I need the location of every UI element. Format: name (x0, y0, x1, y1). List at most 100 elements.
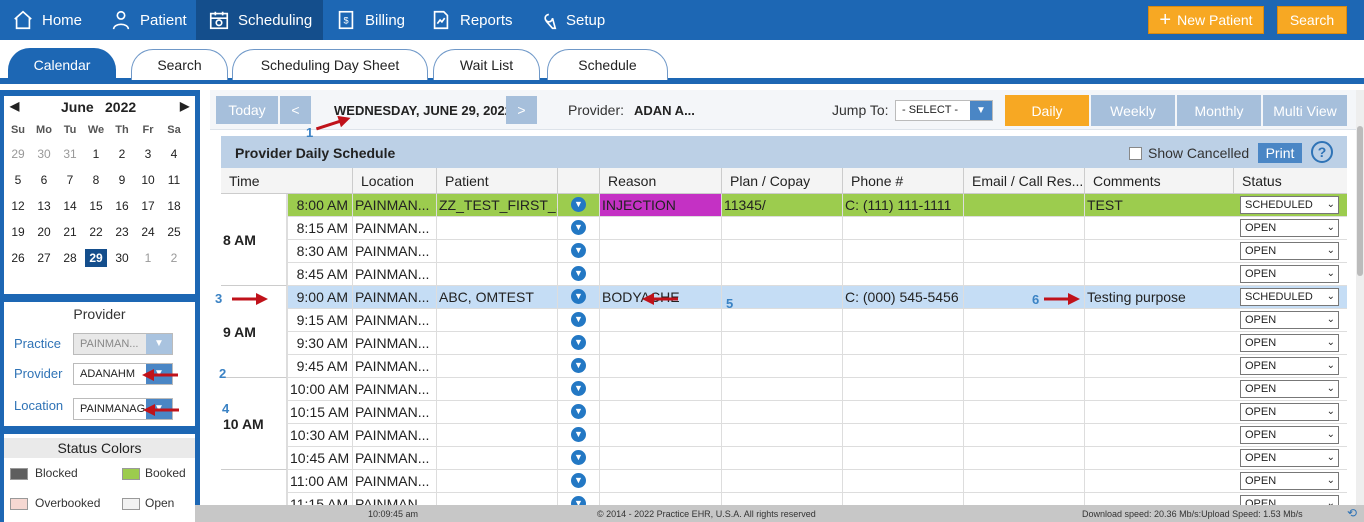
calendar-day[interactable]: 1 (85, 145, 107, 163)
status-select[interactable]: OPEN ⌄ (1240, 449, 1339, 467)
cell-patient[interactable] (436, 401, 557, 423)
calendar-day[interactable]: 2 (111, 145, 133, 163)
schedule-row[interactable]: 9:00 AM PAINMAN... ABC, OMTEST ▼ BODYACHE C: … (287, 286, 1347, 309)
top-search-button[interactable]: Search (1277, 6, 1347, 34)
tab-schedule[interactable]: Schedule (547, 49, 668, 80)
schedule-row[interactable]: 10:45 AM PAINMAN... ▼ OPEN ⌄ (287, 447, 1347, 470)
calendar-day[interactable]: 26 (7, 249, 29, 267)
calendar-day[interactable]: 29 (85, 249, 107, 267)
calendar-day[interactable]: 9 (111, 171, 133, 189)
tab-wait-list[interactable]: Wait List (433, 49, 540, 80)
chevron-down-icon[interactable]: ⌄ (1327, 358, 1335, 374)
chevron-down-icon[interactable]: ⌄ (1327, 450, 1335, 466)
cell-action[interactable]: ▼ (557, 194, 599, 216)
calendar-day[interactable]: 30 (111, 249, 133, 267)
cell-action[interactable]: ▼ (557, 240, 599, 262)
cell-patient[interactable] (436, 263, 557, 285)
appointment-menu-icon[interactable]: ▼ (571, 381, 586, 396)
nav-item-patient[interactable]: Patient (98, 0, 196, 40)
nav-item-billing[interactable]: $ Billing (323, 0, 418, 40)
status-select[interactable]: OPEN ⌄ (1240, 334, 1339, 352)
next-month-icon[interactable]: ▶ (180, 99, 189, 113)
chevron-down-icon[interactable]: ⌄ (1327, 496, 1335, 505)
schedule-row[interactable]: 11:00 AM PAINMAN... ▼ OPEN ⌄ (287, 470, 1347, 493)
calendar-day[interactable]: 12 (7, 197, 29, 215)
nav-item-home[interactable]: Home (0, 0, 98, 40)
cell-patient[interactable] (436, 355, 557, 377)
status-select[interactable]: OPEN ⌄ (1240, 311, 1339, 329)
cell-action[interactable]: ▼ (557, 401, 599, 423)
cell-action[interactable]: ▼ (557, 355, 599, 377)
prev-day-button[interactable]: < (280, 96, 311, 124)
appointment-menu-icon[interactable]: ▼ (571, 197, 586, 212)
cell-patient[interactable] (436, 309, 557, 331)
tab-calendar[interactable]: Calendar (8, 48, 116, 80)
status-select[interactable]: OPEN ⌄ (1240, 380, 1339, 398)
tab-scheduling-day-sheet[interactable]: Scheduling Day Sheet (232, 49, 428, 80)
cell-patient[interactable] (436, 240, 557, 262)
calendar-day[interactable]: 4 (163, 145, 185, 163)
today-button[interactable]: Today (216, 96, 278, 124)
appointment-menu-icon[interactable]: ▼ (571, 404, 586, 419)
jump-to-select[interactable]: - SELECT - ▼ (895, 100, 993, 121)
schedule-row[interactable]: 10:00 AM PAINMAN... ▼ OPEN ⌄ (287, 378, 1347, 401)
view-multi-view-button[interactable]: Multi View (1263, 95, 1347, 126)
calendar-day[interactable]: 8 (85, 171, 107, 189)
calendar-day[interactable]: 7 (59, 171, 81, 189)
cell-patient[interactable] (436, 493, 557, 505)
appointment-menu-icon[interactable]: ▼ (571, 220, 586, 235)
help-icon[interactable]: ? (1311, 141, 1333, 163)
chevron-down-icon[interactable]: ⌄ (1327, 473, 1335, 489)
calendar-day[interactable]: 21 (59, 223, 81, 241)
status-select[interactable]: OPEN ⌄ (1240, 495, 1339, 505)
nav-item-scheduling[interactable]: Scheduling (196, 0, 323, 40)
appointment-menu-icon[interactable]: ▼ (571, 473, 586, 488)
show-cancelled-toggle[interactable]: Show Cancelled (1129, 145, 1249, 161)
cell-action[interactable]: ▼ (557, 286, 599, 308)
chevron-down-icon[interactable]: ⌄ (1327, 335, 1335, 351)
nav-item-reports[interactable]: Reports (418, 0, 524, 40)
calendar-day[interactable]: 27 (33, 249, 55, 267)
cell-patient[interactable] (436, 378, 557, 400)
status-select[interactable]: OPEN ⌄ (1240, 219, 1339, 237)
chevron-down-icon[interactable]: ⌄ (1327, 266, 1335, 282)
view-weekly-button[interactable]: Weekly (1091, 95, 1175, 126)
chevron-down-icon[interactable]: ⌄ (1327, 289, 1335, 305)
refresh-icon[interactable]: ⟲ (1347, 506, 1357, 520)
cell-action[interactable]: ▼ (557, 263, 599, 285)
status-select[interactable]: OPEN ⌄ (1240, 265, 1339, 283)
cell-action[interactable]: ▼ (557, 447, 599, 469)
schedule-row[interactable]: 8:30 AM PAINMAN... ▼ OPEN ⌄ (287, 240, 1347, 263)
status-select[interactable]: OPEN ⌄ (1240, 403, 1339, 421)
calendar-day[interactable]: 22 (85, 223, 107, 241)
status-select[interactable]: OPEN ⌄ (1240, 242, 1339, 260)
cell-action[interactable]: ▼ (557, 332, 599, 354)
view-daily-button[interactable]: Daily (1005, 95, 1089, 126)
cell-patient[interactable]: ABC, OMTEST (436, 286, 557, 308)
schedule-row[interactable]: 11:15 AM PAINMAN... ▼ OPEN ⌄ (287, 493, 1347, 505)
schedule-row[interactable]: 8:45 AM PAINMAN... ▼ OPEN ⌄ (287, 263, 1347, 286)
scrollbar-thumb[interactable] (1357, 126, 1363, 276)
calendar-day[interactable]: 3 (137, 145, 159, 163)
chevron-down-icon[interactable]: ⌄ (1327, 381, 1335, 397)
calendar-day[interactable]: 13 (33, 197, 55, 215)
print-button[interactable]: Print (1258, 143, 1302, 163)
status-select[interactable]: OPEN ⌄ (1240, 357, 1339, 375)
appointment-menu-icon[interactable]: ▼ (571, 312, 586, 327)
cell-action[interactable]: ▼ (557, 424, 599, 446)
status-select[interactable]: OPEN ⌄ (1240, 472, 1339, 490)
calendar-day[interactable]: 15 (85, 197, 107, 215)
calendar-day[interactable]: 29 (7, 145, 29, 163)
status-select[interactable]: SCHEDULED ⌄ (1240, 196, 1339, 214)
schedule-row[interactable]: 9:15 AM PAINMAN... ▼ OPEN ⌄ (287, 309, 1347, 332)
chevron-down-icon[interactable]: ⌄ (1327, 312, 1335, 328)
schedule-row[interactable]: 10:30 AM PAINMAN... ▼ OPEN ⌄ (287, 424, 1347, 447)
cell-patient[interactable] (436, 217, 557, 239)
calendar-day[interactable]: 10 (137, 171, 159, 189)
view-monthly-button[interactable]: Monthly (1177, 95, 1261, 126)
calendar-day[interactable]: 14 (59, 197, 81, 215)
calendar-day[interactable]: 24 (137, 223, 159, 241)
schedule-row[interactable]: 10:15 AM PAINMAN... ▼ OPEN ⌄ (287, 401, 1347, 424)
cell-patient[interactable] (436, 447, 557, 469)
chevron-down-icon[interactable]: ⌄ (1327, 197, 1335, 213)
